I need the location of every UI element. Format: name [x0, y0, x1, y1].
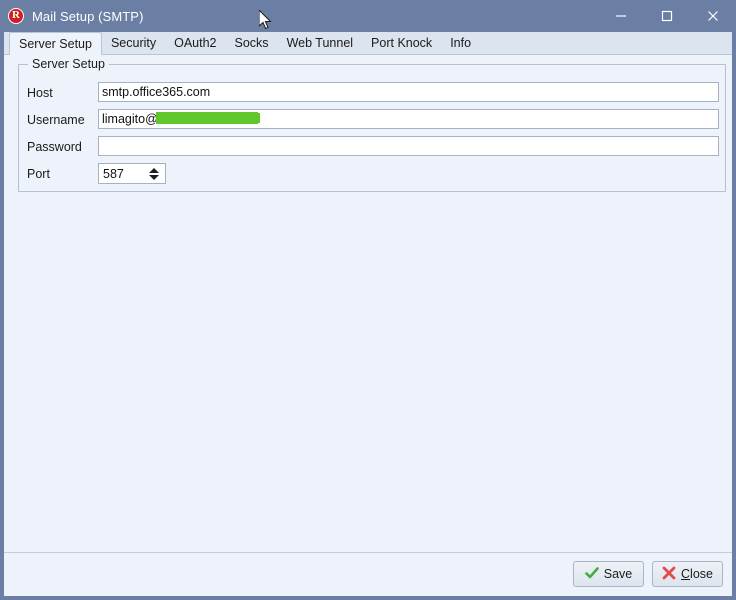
- mail-setup-window: R Mail Setup (SMTP) Server Setup Securit…: [0, 0, 736, 600]
- tab-label: OAuth2: [174, 36, 217, 50]
- password-input[interactable]: [98, 136, 719, 156]
- tab-label: Info: [450, 36, 472, 50]
- maximize-button[interactable]: [644, 0, 690, 32]
- tab-oauth2[interactable]: OAuth2: [165, 32, 225, 54]
- save-button[interactable]: Save: [573, 561, 644, 587]
- tab-socks[interactable]: Socks: [226, 32, 278, 54]
- tab-security[interactable]: Security: [102, 32, 165, 54]
- port-row: Port 587: [19, 163, 725, 185]
- port-stepper[interactable]: 587: [98, 163, 166, 184]
- tab-label: Port Knock: [371, 36, 433, 50]
- footer-button-group: Save Close: [573, 561, 723, 587]
- tab-port-knock[interactable]: Port Knock: [362, 32, 441, 54]
- server-setup-groupbox: Server Setup Host smtp.office365.com Use…: [18, 57, 726, 192]
- save-button-label: Save: [603, 567, 633, 581]
- tab-label: Security: [110, 36, 157, 50]
- close-footer-button[interactable]: Close: [652, 561, 723, 587]
- tab-info[interactable]: Info: [441, 32, 480, 54]
- minimize-button[interactable]: [598, 0, 644, 32]
- password-row: Password: [19, 136, 725, 158]
- port-label: Port: [27, 167, 50, 181]
- spinner-up-icon[interactable]: [149, 167, 159, 173]
- limagito-r-icon: R: [8, 8, 24, 24]
- green-check-icon: [584, 566, 599, 583]
- port-spinner[interactable]: [145, 164, 163, 183]
- tab-server-setup[interactable]: Server Setup: [9, 32, 102, 55]
- tab-label: Socks: [234, 36, 269, 50]
- username-input[interactable]: limagito@: [98, 109, 719, 129]
- window-title: Mail Setup (SMTP): [32, 8, 144, 24]
- username-label: Username: [27, 113, 85, 127]
- tab-label: Server Setup: [19, 36, 92, 51]
- host-row: Host smtp.office365.com: [19, 82, 725, 104]
- password-label: Password: [27, 140, 82, 154]
- close-accelerator: C: [681, 567, 691, 581]
- host-input[interactable]: smtp.office365.com: [98, 82, 719, 102]
- red-x-icon: [662, 566, 676, 583]
- footer-bar: Save Close: [4, 552, 732, 596]
- username-value: limagito@: [102, 112, 158, 126]
- tab-web-tunnel[interactable]: Web Tunnel: [278, 32, 362, 54]
- groupbox-title: Server Setup: [28, 57, 109, 71]
- close-button-label: Close: [681, 567, 713, 581]
- redaction-bar: [156, 112, 258, 124]
- close-label-rest: lose: [690, 567, 713, 581]
- host-label: Host: [27, 86, 53, 100]
- tab-label: Web Tunnel: [286, 36, 354, 50]
- username-row: Username limagito@: [19, 109, 725, 131]
- close-button[interactable]: [690, 0, 736, 32]
- tab-strip: Server Setup Security OAuth2 Socks Web T…: [4, 32, 732, 55]
- spinner-down-icon[interactable]: [149, 174, 159, 180]
- tab-content-server-setup: Server Setup Host smtp.office365.com Use…: [4, 55, 732, 552]
- title-bar: R Mail Setup (SMTP): [0, 0, 736, 32]
- window-controls: [598, 0, 736, 32]
- port-value[interactable]: 587: [99, 167, 145, 181]
- redaction-bar-tail: [254, 113, 260, 123]
